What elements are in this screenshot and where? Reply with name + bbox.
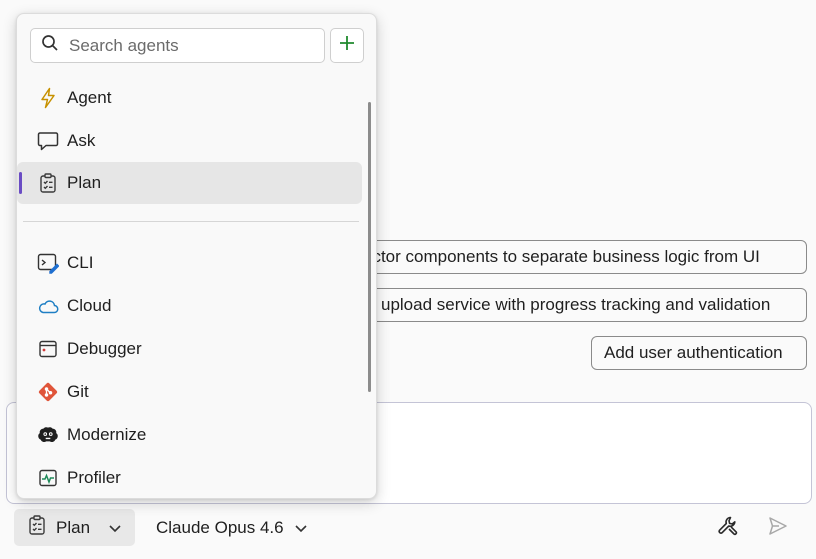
agent-item-debugger[interactable]: Debugger — [17, 328, 362, 370]
suggestion-label: upload service with progress tracking an… — [381, 295, 771, 314]
mode-label: Plan — [56, 517, 91, 537]
modernize-icon — [37, 424, 59, 446]
agent-item-label: CLI — [67, 253, 94, 272]
agent-item-label: Cloud — [67, 296, 112, 315]
agent-item-label: Profiler — [67, 468, 121, 487]
suggestion-chip[interactable]: upload service with progress tracking an… — [350, 288, 807, 322]
scrollbar[interactable] — [368, 102, 371, 392]
divider — [23, 221, 359, 222]
agent-item-cli[interactable]: CLI — [17, 242, 362, 284]
agent-item-label: Git — [67, 382, 89, 401]
lightning-icon — [37, 87, 59, 109]
mode-picker-button[interactable]: Plan — [14, 509, 135, 546]
search-box[interactable] — [30, 28, 325, 63]
model-picker-button[interactable]: Claude Opus 4.6 — [146, 509, 318, 546]
plus-icon — [338, 34, 356, 57]
send-icon — [767, 515, 789, 542]
agent-item-ask[interactable]: Ask — [17, 120, 362, 162]
search-icon — [41, 34, 59, 57]
agent-item-label: Debugger — [67, 339, 142, 358]
agent-item-profiler[interactable]: Profiler — [17, 457, 362, 498]
agent-dropdown: Agent Ask Plan — [16, 13, 377, 499]
debugger-icon — [37, 338, 59, 360]
selected-indicator — [19, 172, 22, 194]
agent-item-label: Plan — [67, 173, 102, 192]
tools-button[interactable] — [714, 514, 742, 542]
clipboard-checklist-icon — [37, 172, 59, 194]
add-agent-button[interactable] — [330, 28, 364, 63]
agent-item-cloud[interactable]: Cloud — [17, 285, 362, 327]
clipboard-checklist-icon — [28, 515, 46, 540]
suggestion-chip[interactable]: actor components to separate business lo… — [350, 240, 807, 274]
model-label: Claude Opus 4.6 — [156, 517, 284, 537]
suggestion-chip[interactable]: Add user authentication — [591, 336, 807, 370]
agent-item-label: Agent — [67, 88, 112, 107]
suggestion-label: Add user authentication — [604, 343, 783, 362]
chevron-down-icon — [108, 518, 122, 538]
agent-item-plan[interactable]: Plan — [17, 162, 362, 204]
suggestion-label: actor components to separate business lo… — [363, 247, 760, 266]
chevron-down-icon — [294, 518, 308, 538]
wrench-screwdriver-icon — [716, 514, 740, 543]
agent-item-agent[interactable]: Agent — [17, 77, 362, 119]
send-button[interactable] — [764, 514, 792, 542]
agent-item-git[interactable]: Git — [17, 371, 362, 413]
git-icon — [37, 381, 59, 403]
agent-item-modernize[interactable]: Modernize — [17, 414, 362, 456]
chat-bubble-icon — [37, 130, 59, 152]
agent-item-label: Ask — [67, 131, 96, 150]
cloud-icon — [37, 295, 59, 317]
agent-item-label: Modernize — [67, 425, 147, 444]
terminal-edit-icon — [37, 252, 59, 274]
search-input[interactable] — [69, 35, 309, 56]
profiler-icon — [37, 467, 59, 489]
